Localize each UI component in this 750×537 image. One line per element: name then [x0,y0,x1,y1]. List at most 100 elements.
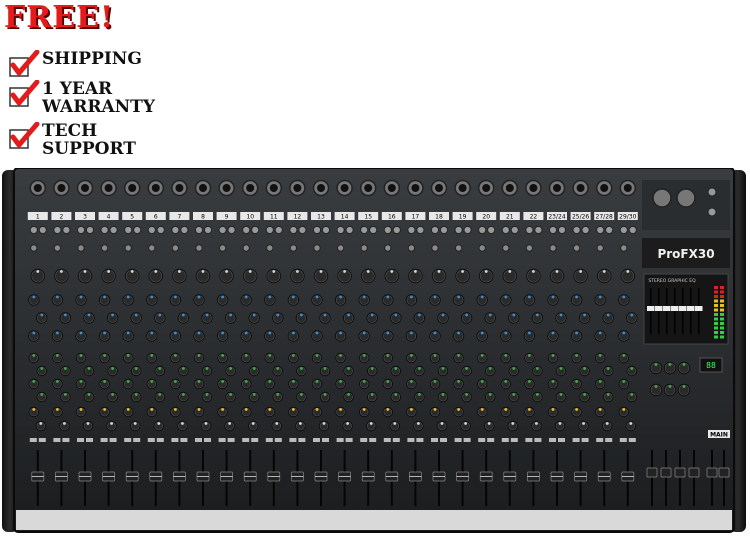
eq-low-knob-pointer [32,331,36,335]
fx-knob-pointer [197,408,201,411]
channel-number: 9 [225,214,229,221]
insert-jack [628,225,637,235]
xlr-socket [458,184,467,192]
aux-knob-pointer [182,393,185,396]
eq-low-knob-pointer [221,331,225,335]
line-jack [242,225,251,235]
gain-knob-pointer [319,270,323,273]
aux-knob-pointer [512,393,516,396]
jack [431,244,439,252]
aux-knob-pointer [276,367,280,370]
master-fader [674,467,686,478]
eq-high-knob-pointer [292,295,295,299]
eq-mid-knob-pointer [583,313,586,317]
eq-low-knob-pointer [56,331,59,335]
pfl-button [510,438,518,442]
line-jack [100,225,109,235]
gain-knob-pointer [201,270,205,273]
eq-mid-knob-pointer [465,313,468,317]
master-aux-knob-pointer [654,363,658,366]
aux-knob-pointer [126,354,130,357]
gain-knob-pointer [296,270,299,273]
aux-knob-pointer [622,380,626,383]
pfl-button [628,438,636,442]
meter-led [714,304,718,307]
meter-led [720,286,724,289]
fader-slot [651,450,653,506]
eq-low-knob-pointer [480,331,484,335]
insert-jack [109,225,118,235]
aux-knob-pointer [323,393,327,396]
eq-low-knob-pointer [79,331,83,335]
xlr-socket [435,184,443,192]
insert-jack [227,225,236,235]
eq-mid-knob-pointer [158,313,162,317]
pan-knob-pointer [629,422,633,425]
aux-knob-pointer [126,380,130,383]
aux-knob-pointer [598,354,602,357]
insert-jack [321,225,331,235]
aux-knob-pointer [465,393,468,396]
aux-knob-pointer [528,380,531,383]
eq-high-knob-pointer [362,295,366,299]
meter-led [714,295,718,298]
eq-low-knob-pointer [528,331,531,335]
pfl-button [251,438,259,442]
aux-knob-pointer [79,380,83,383]
pfl-button [109,438,117,442]
channel-number: 5 [130,214,134,221]
pfl-button [62,438,70,442]
insert-jack [581,225,590,235]
promo-banner: FREE! SHIPPING 1 YEAR WARRANTY TECH SUPP… [0,0,160,170]
insert-jack [133,225,142,235]
jack [289,244,298,252]
gain-knob-pointer [555,270,559,273]
line-jack [76,225,86,235]
meter-led [720,322,724,325]
insert-jack [439,225,449,235]
fx-knob-pointer [174,408,177,411]
channel-number: 11 [270,214,278,221]
aux-knob-pointer [244,380,248,383]
xlr-socket [600,184,609,192]
line-jack [548,225,558,235]
eq-mid-knob-pointer [394,313,398,317]
line-jack [194,225,204,235]
eq-low-knob-pointer [386,331,390,335]
xlr-socket [317,184,325,192]
fader-slot [723,450,725,506]
aux-knob-pointer [40,367,44,370]
fx-knob-pointer [457,408,460,411]
xlr-socket [411,184,420,192]
fx-knob-pointer [433,408,437,411]
phones-jack [707,187,717,197]
master-aux-knob-pointer [682,363,686,366]
aux-knob-pointer [583,393,586,396]
pan-knob-pointer [251,422,255,425]
jack [596,244,604,252]
pfl-button [487,438,495,442]
gain-knob-pointer [272,270,276,273]
line-jack [360,225,369,235]
xlr-socket [387,184,396,192]
eq-mid-knob-pointer [536,313,539,317]
jack [218,244,227,252]
aux-knob-pointer [300,393,303,396]
mute-button [407,438,415,442]
eq-high-knob-pointer [575,295,578,299]
pan-knob-pointer [487,422,491,425]
line-jack [525,225,534,235]
line-jack [430,225,440,235]
meter-led [714,299,718,303]
jack [360,244,368,252]
fx-knob-pointer [292,408,295,411]
line-jack [596,225,605,235]
aux-knob-pointer [103,354,106,357]
mixer-console-image: 1 2 3 4 5 6 7 8 9 10 11 12 13 14 15 16 17 18 19 20 21 22 23/24… [2,168,746,533]
channel-number: 2 [59,214,63,221]
fx-knob-pointer [221,408,225,411]
insert-jack [369,225,378,235]
channel-number: 16 [388,214,396,221]
line-jack [171,225,180,235]
gain-knob-pointer [366,270,370,273]
